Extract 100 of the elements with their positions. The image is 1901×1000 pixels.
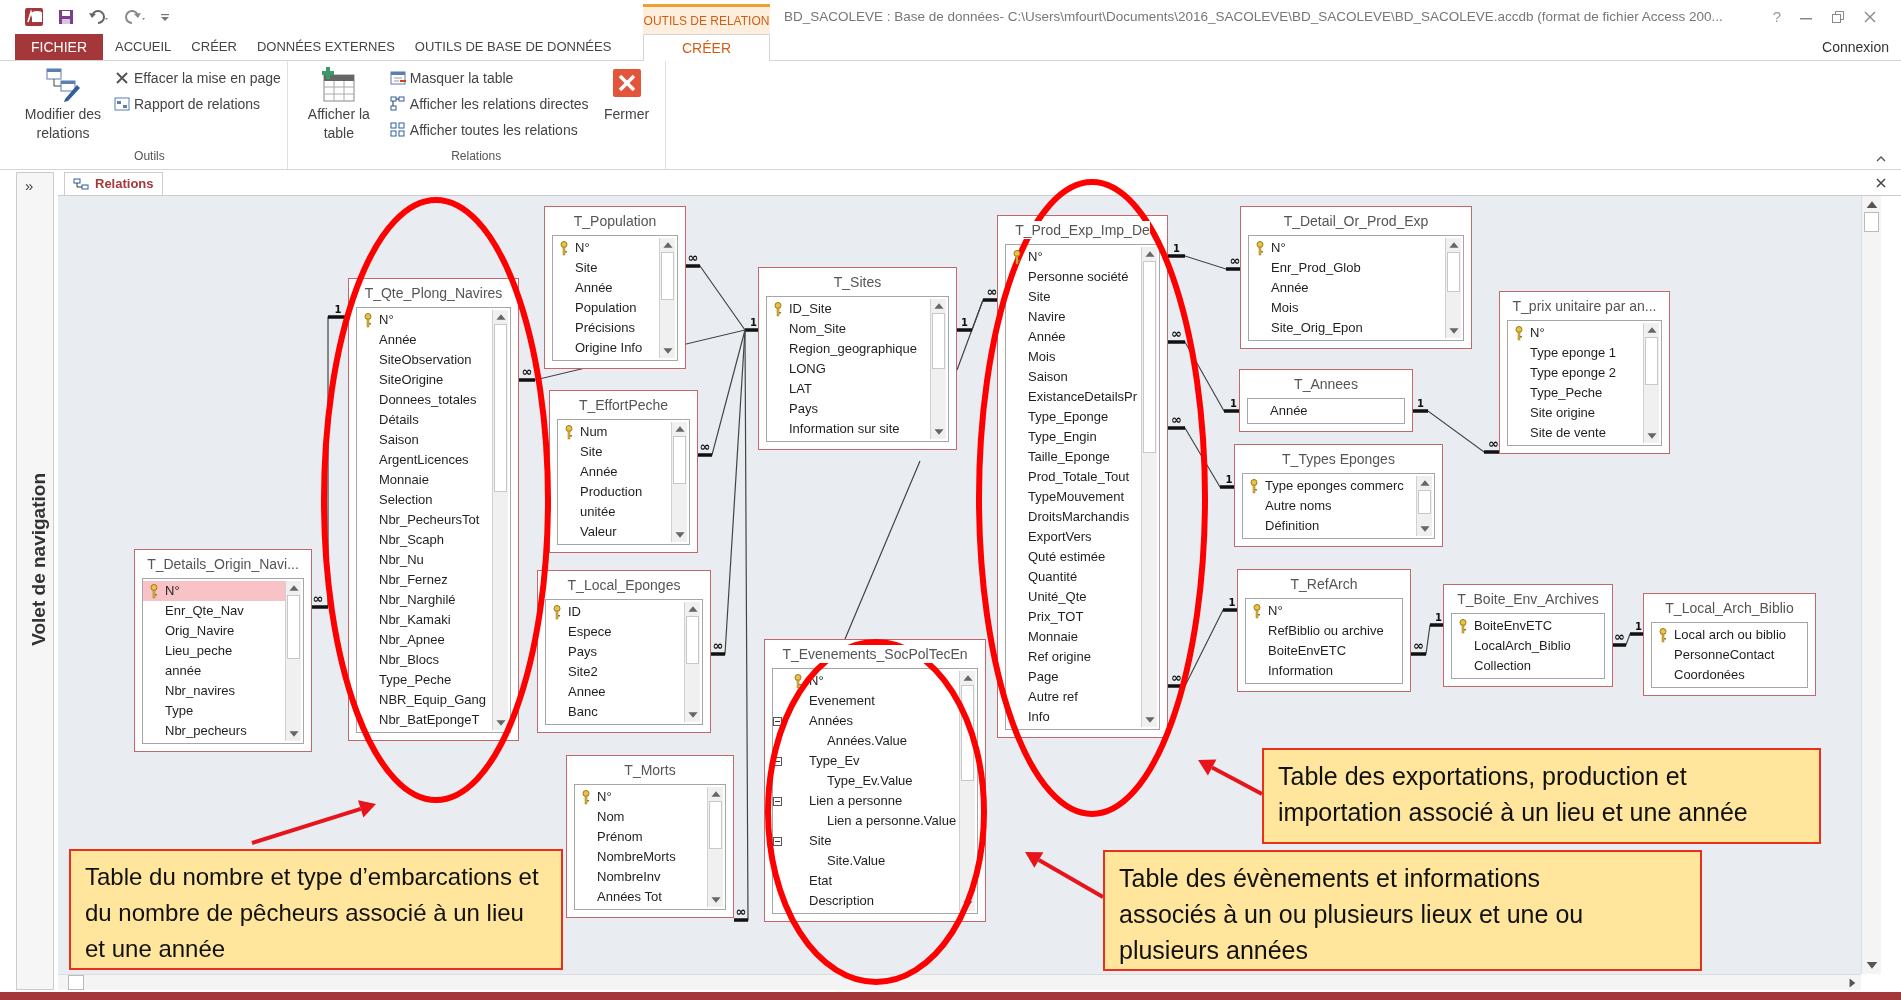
field-item[interactable]: Pays [568,642,597,662]
scroll-thumb[interactable] [932,313,945,369]
field-item[interactable]: BoiteEnvETC [1268,641,1347,661]
field-item[interactable]: Type_Peche [379,670,452,690]
field-item[interactable]: année [165,661,202,681]
field-item[interactable]: Num [580,422,608,442]
field-item[interactable]: N° [165,581,180,601]
field-item[interactable]: Nbr_Scaph [379,530,445,550]
field-item[interactable]: Années Tot [597,887,662,907]
field-item[interactable]: N° [1530,323,1545,343]
field-item[interactable]: Nbr_BatEpongeT [379,710,480,730]
field-item[interactable]: Lien a personne [809,791,903,811]
field-item[interactable]: Nbr_Kamaki [379,610,451,630]
field-item[interactable]: ArgentLicences [379,450,469,470]
close-icon[interactable] [1875,177,1887,189]
table-window[interactable]: T_Population N° Site Année Population Précisions Origine Info [544,206,686,369]
scrollbar[interactable] [1643,323,1659,443]
collapse-icon[interactable] [773,716,782,726]
field-item[interactable]: Taille_Eponge [1028,447,1110,467]
table-window[interactable]: T_RefArch N° RefBiblio ou archive BoiteEnvETC Information [1237,569,1411,692]
field-item[interactable]: Selection [379,490,433,510]
ribbon-button[interactable]: Fermer [594,65,659,124]
scroll-thumb[interactable] [1418,490,1431,514]
customize-caret-icon[interactable] [160,11,170,23]
field-item[interactable]: Ref origine [1028,647,1091,667]
field-item[interactable]: Valeur [580,522,617,542]
document-tab[interactable]: Relations [64,172,163,195]
scroll-thumb[interactable] [1143,261,1156,453]
field-item[interactable]: Saison [379,430,419,450]
field-item[interactable]: Donnees_totales [379,390,477,410]
field-item[interactable]: Collection [1474,656,1532,676]
field-item[interactable]: Site origine [1530,403,1596,423]
save-icon[interactable] [58,9,74,25]
field-item[interactable]: Prod_Totale_Tout [1028,467,1130,487]
ribbon-button[interactable]: Effacer la mise en page [114,67,281,89]
field-item[interactable]: Saison [1028,367,1068,387]
field-item[interactable]: Type_Ev [809,751,860,771]
field-item[interactable]: Type eponge 2 [1530,363,1617,383]
field-item[interactable]: Année [580,462,618,482]
scroll-thumb[interactable] [494,324,507,492]
field-item[interactable]: Site.Value [827,851,886,871]
scrollbar[interactable] [285,581,301,741]
field-item[interactable]: Mois [1028,347,1056,367]
field-item[interactable]: Année [575,278,613,298]
field-item[interactable]: PersonneContact [1674,645,1775,665]
field-item[interactable]: Personne société [1028,267,1129,287]
table-window[interactable]: T_Morts N° Nom Prénom NombreMorts NombreInv Années Tot [566,755,734,918]
ribbon-tab[interactable]: DONNÉES EXTERNES [248,34,403,60]
field-item[interactable]: Info [1028,707,1050,727]
field-item[interactable]: Précisions [575,318,635,338]
field-item[interactable]: RefBiblio ou archive [1268,621,1384,641]
scroll-thumb[interactable] [68,975,84,990]
field-item[interactable]: Nom_Site [789,319,847,339]
field-item[interactable]: SiteOrigine [379,370,444,390]
field-item[interactable]: Origine Info [575,338,643,358]
field-item[interactable]: Quté estimée [1028,547,1106,567]
field-item[interactable]: Nbr_Narghilé [379,590,456,610]
table-window[interactable]: T_Local_Eponges ID Espece Pays Site2 Annee Banc [537,570,711,733]
field-item[interactable]: Définition [1265,516,1320,536]
table-window[interactable]: T_Details_Origin_Navi... N° Enr_Qte_Nav Orig_Navire Lieu_peche année Nbr_navires Type Nbr_pecheurs [134,549,312,752]
field-item[interactable]: Année [379,330,417,350]
field-item[interactable]: Type [165,701,194,721]
field-item[interactable]: Nbr_Apnee [379,630,445,650]
ribbon-button[interactable]: Afficher la table [293,65,384,143]
field-item[interactable]: Prix_TOT [1028,607,1084,627]
field-item[interactable]: Détails [379,410,419,430]
field-item[interactable]: NombreInv [597,867,661,887]
field-item[interactable]: Etat [809,871,833,891]
table-window[interactable]: T_Detail_Or_Prod_Exp N° Enr_Prod_Glob Année Mois Site_Orig_Epon [1240,206,1472,349]
scrollbar[interactable] [671,422,687,542]
field-item[interactable]: Année [1270,401,1308,421]
field-item[interactable]: Region_geographique [789,339,917,359]
vertical-scrollbar[interactable] [1861,196,1881,974]
field-item[interactable]: LocalArch_Biblio [1474,636,1571,656]
scrollbar[interactable] [659,238,675,358]
ribbon-tab[interactable]: FICHIER [15,34,103,60]
scrollbar[interactable] [1416,476,1432,536]
field-item[interactable]: Banc [568,702,598,722]
expand-pane-button[interactable]: » [25,175,34,198]
scrollbar[interactable] [1141,247,1157,727]
field-item[interactable]: LONG [789,359,826,379]
ribbon-button[interactable]: Afficher les relations directes [389,93,589,115]
field-item[interactable]: Type eponges commerc [1265,476,1404,496]
field-item[interactable]: N° [575,238,590,258]
ribbon-button[interactable]: Modifier des relations [18,65,108,143]
scroll-thumb[interactable] [1447,252,1460,292]
scrollbar[interactable] [707,787,723,907]
field-item[interactable]: Type_Engin [1028,427,1097,447]
scroll-thumb[interactable] [1864,212,1879,232]
ribbon-tab[interactable]: OUTILS DE BASE DE DONNÉES [406,34,620,60]
field-item[interactable]: Type_Eponge [1028,407,1109,427]
ribbon-tab[interactable]: CRÉER [643,34,770,61]
field-item[interactable]: Année [1271,278,1309,298]
scrollbar[interactable] [492,310,508,730]
field-item[interactable]: DroitsMarchandis [1028,507,1130,527]
field-item[interactable]: Type_Ev.Value [827,771,913,791]
field-item[interactable]: Site [580,442,603,462]
ribbon-button[interactable]: Masquer la table [389,67,589,89]
table-window[interactable]: T_prix unitaire par an... N° Type eponge 1 Type eponge 2 Type_Peche Site origine Site de vente [1499,291,1670,454]
field-item[interactable]: Description [809,891,875,911]
